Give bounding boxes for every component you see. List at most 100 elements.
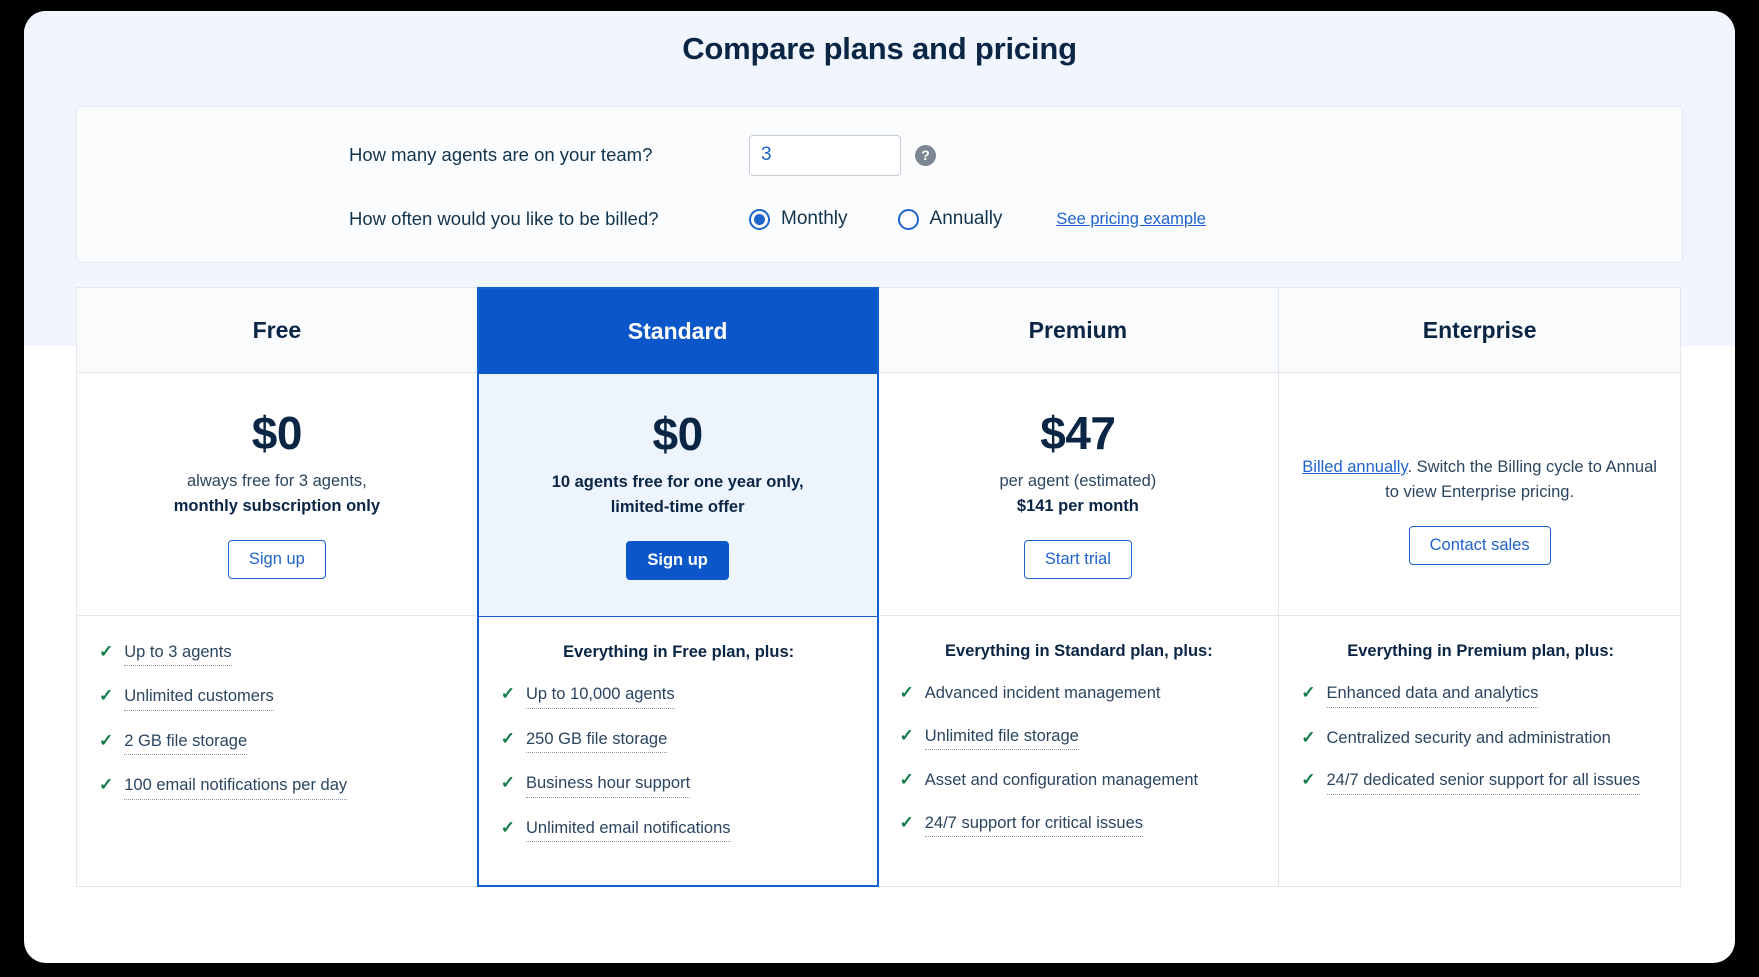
plan-column-enterprise: Enterprise Billed annually. Switch the B… bbox=[1279, 287, 1681, 888]
see-pricing-example-link[interactable]: See pricing example bbox=[1056, 210, 1206, 229]
check-icon: ✓ bbox=[500, 773, 515, 793]
feature-item: ✓ 24/7 support for critical issues bbox=[899, 812, 1259, 838]
signup-button-standard[interactable]: Sign up bbox=[626, 540, 729, 580]
plans-comparison-table: Free $0 always free for 3 agents, monthl… bbox=[76, 287, 1683, 888]
feature-item: ✓ Unlimited file storage bbox=[899, 725, 1259, 751]
plan-price-note-standard: 10 agents free for one year only, limite… bbox=[497, 470, 859, 520]
feature-item: ✓ 100 email notifications per day bbox=[99, 774, 457, 800]
feature-item: ✓ Business hour support bbox=[500, 772, 857, 798]
plan-price-standard: $0 bbox=[652, 408, 704, 460]
check-icon: ✓ bbox=[99, 686, 114, 706]
billed-annually-link[interactable]: Billed annually bbox=[1302, 458, 1407, 476]
billing-cycle-row: How often would you like to be billed? M… bbox=[349, 193, 1682, 245]
plan-cta-wrap-free: Sign up bbox=[95, 539, 459, 579]
radio-monthly-label: Monthly bbox=[781, 208, 848, 229]
signup-button-free[interactable]: Sign up bbox=[227, 539, 326, 579]
feature-item: ✓ 2 GB file storage bbox=[99, 730, 457, 756]
plan-name-enterprise: Enterprise bbox=[1279, 288, 1680, 373]
feature-label[interactable]: 24/7 dedicated senior support for all is… bbox=[1326, 769, 1641, 795]
radio-annually[interactable]: Annually bbox=[897, 208, 1003, 230]
feature-label[interactable]: Unlimited email notifications bbox=[526, 817, 731, 843]
plan-price-note-line1-free: always free for 3 agents, bbox=[186, 472, 367, 490]
plan-pricing-standard: $0 10 agents free for one year only, lim… bbox=[478, 374, 877, 617]
plan-pricing-enterprise: Billed annually. Switch the Billing cycl… bbox=[1279, 373, 1680, 616]
plan-price-note-rest-enterprise: . Switch the Billing cycle to Annual to … bbox=[1385, 458, 1657, 501]
check-icon: ✓ bbox=[899, 812, 914, 832]
feature-label[interactable]: 100 email notifications per day bbox=[124, 774, 348, 800]
plan-features-premium: Everything in Standard plan, plus: ✓ Adv… bbox=[878, 616, 1279, 880]
plan-price-note-line1-premium: per agent (estimated) bbox=[999, 472, 1157, 490]
plan-name-premium: Premium bbox=[877, 288, 1279, 373]
billing-cycle-label: How often would you like to be billed? bbox=[349, 208, 659, 229]
feature-label[interactable]: Enhanced data and analytics bbox=[1326, 682, 1539, 708]
feature-label[interactable]: Unlimited customers bbox=[124, 685, 274, 711]
feature-label: Centralized security and administration bbox=[1326, 728, 1611, 747]
feature-label[interactable]: Up to 3 agents bbox=[124, 641, 232, 667]
plan-price-note-line2-standard: limited-time offer bbox=[610, 497, 745, 516]
start-trial-button-premium[interactable]: Start trial bbox=[1023, 539, 1132, 579]
plan-features-title-premium: Everything in Standard plan, plus: bbox=[945, 642, 1213, 660]
plan-price-note-enterprise: Billed annually. Switch the Billing cycl… bbox=[1297, 455, 1662, 505]
feature-label[interactable]: Up to 10,000 agents bbox=[526, 683, 675, 709]
help-icon[interactable]: ? bbox=[915, 144, 936, 166]
check-icon: ✓ bbox=[1301, 770, 1316, 790]
check-icon: ✓ bbox=[99, 642, 114, 661]
radio-monthly[interactable]: Monthly bbox=[749, 208, 848, 230]
feature-label[interactable]: Unlimited file storage bbox=[924, 725, 1079, 751]
feature-item: ✓ Unlimited customers bbox=[99, 685, 457, 711]
pricing-page-viewport: Compare plans and pricing How many agent… bbox=[24, 11, 1735, 963]
feature-item: ✓ Asset and configuration management bbox=[900, 769, 1259, 792]
feature-item: ✓ Advanced incident management bbox=[900, 682, 1259, 705]
plan-features-free: ✓ Up to 3 agents ✓ Unlimited customers ✓… bbox=[77, 616, 477, 867]
page-content: Compare plans and pricing How many agent… bbox=[24, 11, 1735, 888]
plan-features-title-standard: Everything in Free plan, plus: bbox=[563, 643, 795, 661]
feature-item: ✓ Up to 3 agents bbox=[99, 641, 457, 667]
plan-name-standard: Standard bbox=[478, 289, 877, 374]
feature-item: ✓ Unlimited email notifications bbox=[500, 817, 857, 843]
agent-count-label: How many agents are on your team? bbox=[349, 144, 653, 165]
feature-label[interactable]: 24/7 support for critical issues bbox=[924, 812, 1144, 838]
plan-price-note-line2-free: monthly subscription only bbox=[173, 496, 380, 515]
plan-price-note-line1-standard: 10 agents free for one year only, bbox=[551, 473, 804, 491]
plan-features-title-enterprise: Everything in Premium plan, plus: bbox=[1347, 642, 1615, 660]
page-title: Compare plans and pricing bbox=[682, 31, 1077, 66]
plan-price-note-line2-premium: $141 per month bbox=[1016, 496, 1139, 515]
check-icon: ✓ bbox=[99, 730, 114, 750]
feature-item: ✓ Centralized security and administratio… bbox=[1301, 727, 1660, 750]
feature-label[interactable]: Business hour support bbox=[526, 772, 691, 798]
plan-name-free: Free bbox=[77, 288, 477, 373]
agent-count-input[interactable] bbox=[749, 134, 901, 176]
feature-label[interactable]: 2 GB file storage bbox=[124, 730, 248, 756]
radio-annually-label: Annually bbox=[929, 208, 1003, 229]
feature-item: ✓ 250 GB file storage bbox=[500, 728, 857, 754]
plan-price-premium: $47 bbox=[1040, 407, 1116, 459]
plan-column-standard: Standard $0 10 agents free for one year … bbox=[476, 287, 879, 888]
feature-item: ✓ Enhanced data and analytics bbox=[1301, 682, 1660, 708]
feature-item: ✓ 24/7 dedicated senior support for all … bbox=[1301, 769, 1660, 795]
check-icon: ✓ bbox=[500, 684, 515, 704]
feature-label[interactable]: 250 GB file storage bbox=[526, 728, 668, 754]
check-icon: ✓ bbox=[500, 817, 515, 837]
plan-pricing-free: $0 always free for 3 agents, monthly sub… bbox=[77, 373, 477, 616]
pricing-configurator: How many agents are on your team? ? How … bbox=[76, 106, 1683, 263]
check-icon: ✓ bbox=[899, 683, 914, 703]
plan-cta-wrap-enterprise: Contact sales bbox=[1297, 525, 1662, 565]
feature-label: Advanced incident management bbox=[924, 684, 1161, 703]
check-icon: ✓ bbox=[500, 728, 515, 748]
plan-features-enterprise: Everything in Premium plan, plus: ✓ Enha… bbox=[1279, 616, 1680, 867]
plan-price-note-premium: per agent (estimated) $141 per month bbox=[896, 469, 1261, 519]
plan-price-free: $0 bbox=[251, 407, 303, 459]
check-icon: ✓ bbox=[1301, 727, 1316, 747]
plan-features-standard: Everything in Free plan, plus: ✓ Up to 1… bbox=[478, 617, 877, 886]
check-icon: ✓ bbox=[899, 725, 914, 745]
feature-label: Asset and configuration management bbox=[924, 771, 1199, 790]
check-icon: ✓ bbox=[1301, 683, 1316, 703]
agent-count-row: How many agents are on your team? ? bbox=[349, 129, 1682, 181]
plan-price-note-free: always free for 3 agents, monthly subscr… bbox=[95, 469, 459, 519]
check-icon: ✓ bbox=[899, 770, 914, 790]
feature-item: ✓ Up to 10,000 agents bbox=[500, 683, 857, 709]
radio-monthly-dot bbox=[749, 208, 770, 230]
check-icon: ✓ bbox=[99, 775, 114, 795]
contact-sales-button-enterprise[interactable]: Contact sales bbox=[1408, 525, 1551, 565]
plan-cta-wrap-premium: Start trial bbox=[896, 539, 1261, 579]
